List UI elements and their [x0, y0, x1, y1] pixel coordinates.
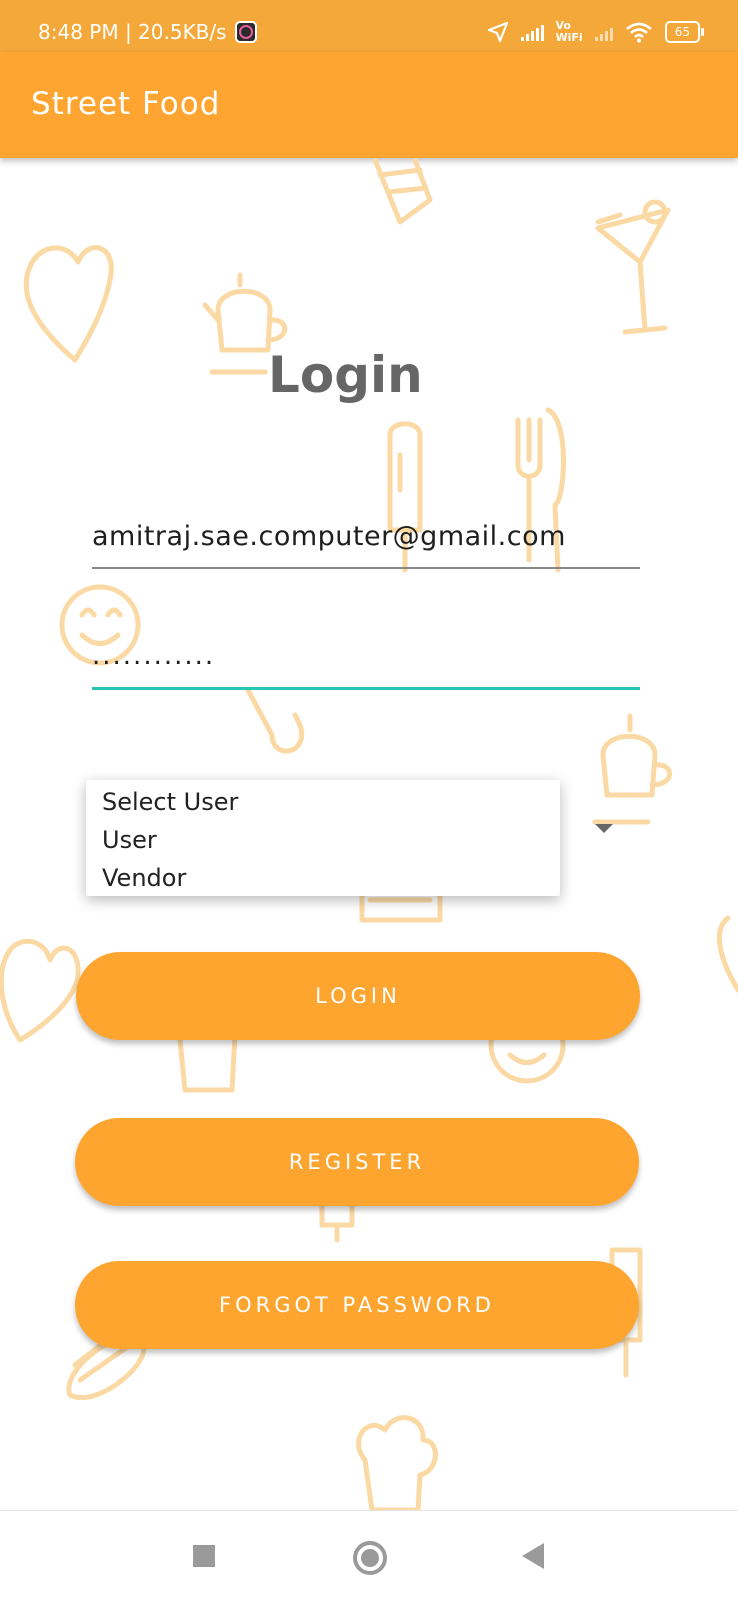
home-icon[interactable]: [353, 1541, 387, 1575]
dropdown-option-user[interactable]: User: [102, 826, 157, 854]
password-field[interactable]: [92, 625, 640, 690]
back-icon[interactable]: [522, 1543, 544, 1569]
vowifi-label: Vo WiFi: [555, 19, 583, 44]
signal-1-icon: [520, 23, 544, 41]
location-icon: [487, 21, 508, 43]
email-field[interactable]: [92, 505, 640, 569]
app-bar: Street Food: [0, 52, 738, 158]
status-left: 8:48 PM | 20.5KB/s: [38, 20, 257, 44]
chef-hat-bottom-doodle-icon: [356, 1415, 438, 1513]
app-title: Street Food: [31, 86, 221, 122]
register-button[interactable]: REGISTER: [75, 1118, 639, 1206]
signal-2-icon: [594, 23, 613, 41]
login-title: Login: [268, 346, 423, 404]
ladle-doodle-icon: [245, 687, 305, 754]
forgot-password-button[interactable]: FORGOT PASSWORD: [75, 1261, 639, 1349]
wifi-icon: [625, 22, 652, 43]
cocktail-doodle-icon: [595, 207, 671, 335]
app-notification-icon: [234, 21, 257, 43]
login-button[interactable]: LOGIN: [76, 952, 640, 1040]
battery-level: 65: [674, 25, 690, 39]
status-right: Vo WiFi 65: [487, 19, 705, 44]
user-type-dropdown[interactable]: Select User User Vendor: [86, 780, 560, 896]
dropdown-option-vendor[interactable]: Vendor: [102, 864, 186, 892]
teapot-right-doodle-icon: [592, 713, 673, 825]
recents-icon[interactable]: [193, 1545, 215, 1567]
cake-doodle-icon: [372, 158, 433, 225]
heart-mid-doodle-icon: [0, 938, 81, 1043]
chevron-down-icon[interactable]: [595, 824, 613, 833]
status-time-speed: 8:48 PM | 20.5KB/s: [38, 20, 227, 44]
dropdown-option-select-user[interactable]: Select User: [102, 788, 238, 816]
heart-doodle-icon: [23, 245, 114, 363]
battery-icon: 65: [664, 21, 705, 43]
